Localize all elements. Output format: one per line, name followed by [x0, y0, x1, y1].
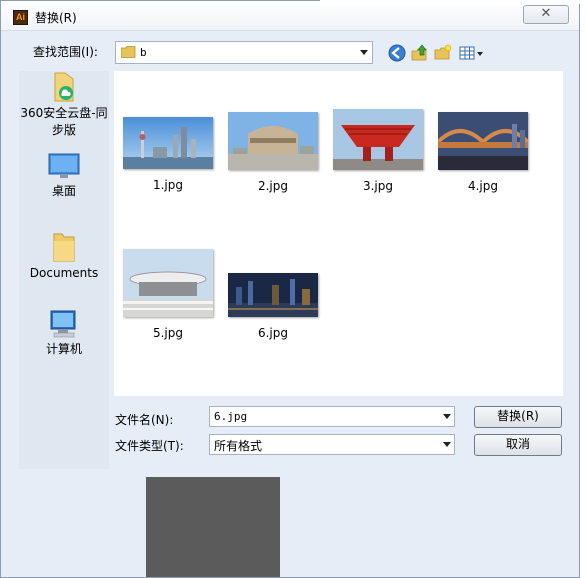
thumbnail-expo-center: [123, 249, 213, 317]
place-label: 360安全云盘-同步版: [20, 106, 108, 137]
views-menu-icon[interactable]: [458, 43, 486, 63]
file-item[interactable]: 4.jpg: [433, 112, 533, 193]
preview-pane: [146, 477, 280, 577]
desktop-icon: [48, 153, 80, 178]
chevron-down-icon[interactable]: [360, 50, 368, 55]
file-list: 1.jpg 2.jpg 3.jpg 4.jpg 5.jpg 6.jpg: [114, 71, 563, 396]
file-type-label: 文件类型(T):: [115, 439, 184, 453]
folder-icon: [53, 233, 75, 262]
cloud-folder-icon: [54, 72, 74, 102]
file-type-select[interactable]: 所有格式: [209, 434, 455, 455]
computer-icon: [50, 310, 76, 338]
file-name: 4.jpg: [467, 179, 499, 193]
places-bar: 360安全云盘-同步版 桌面 Documents 计算机: [19, 71, 109, 469]
replace-dialog: Ai 替换(R) ✕ 查找范围(I): b 360安全云盘-同步版 桌面 Doc…: [0, 0, 580, 578]
chevron-down-icon[interactable]: [443, 414, 451, 419]
back-arrow-icon[interactable]: [387, 43, 407, 63]
file-name: 6.jpg: [257, 326, 289, 340]
folder-icon: [121, 46, 136, 58]
close-button[interactable]: ✕: [523, 5, 569, 24]
file-item[interactable]: 6.jpg: [223, 273, 323, 340]
file-name: 3.jpg: [362, 179, 394, 193]
title-bar[interactable]: Ai 替换(R) ✕: [1, 1, 579, 31]
thumbnail-shanghai-skyline: [123, 117, 213, 169]
file-name-input[interactable]: 6.jpg: [209, 406, 455, 427]
new-folder-icon[interactable]: [433, 43, 453, 63]
file-name: 1.jpg: [152, 178, 184, 192]
file-name: 2.jpg: [257, 179, 289, 193]
up-folder-icon[interactable]: [410, 43, 430, 63]
chevron-down-icon[interactable]: [443, 442, 451, 447]
place-documents[interactable]: Documents: [19, 231, 109, 282]
file-item[interactable]: 1.jpg: [118, 117, 218, 192]
file-name-label: 文件名(N):: [115, 413, 174, 427]
thumbnail-china-pavilion: [333, 109, 423, 170]
thumbnail-city-night: [228, 273, 318, 317]
place-computer[interactable]: 计算机: [19, 309, 109, 358]
place-label: 计算机: [45, 342, 82, 356]
place-cloud-sync[interactable]: 360安全云盘-同步版: [19, 71, 109, 139]
cancel-button[interactable]: 取消: [474, 434, 562, 456]
file-name: 5.jpg: [152, 326, 184, 340]
background-strip: [320, 0, 586, 4]
look-in-label: 查找范围(I):: [33, 45, 98, 59]
place-label: Documents: [29, 266, 99, 280]
file-item[interactable]: 2.jpg: [223, 112, 323, 193]
look-in-value: b: [140, 46, 147, 59]
look-in-dropdown[interactable]: b: [115, 41, 373, 64]
place-label: 桌面: [51, 184, 76, 198]
place-desktop[interactable]: 桌面: [19, 153, 109, 200]
file-item[interactable]: 3.jpg: [328, 109, 428, 193]
replace-button[interactable]: 替换(R): [474, 406, 562, 428]
window-title: 替换(R): [35, 11, 77, 25]
illustrator-app-icon: Ai: [13, 10, 28, 25]
file-item[interactable]: 5.jpg: [118, 249, 218, 340]
thumbnail-bridge-night: [438, 112, 528, 170]
thumbnail-museum-building: [228, 112, 318, 170]
